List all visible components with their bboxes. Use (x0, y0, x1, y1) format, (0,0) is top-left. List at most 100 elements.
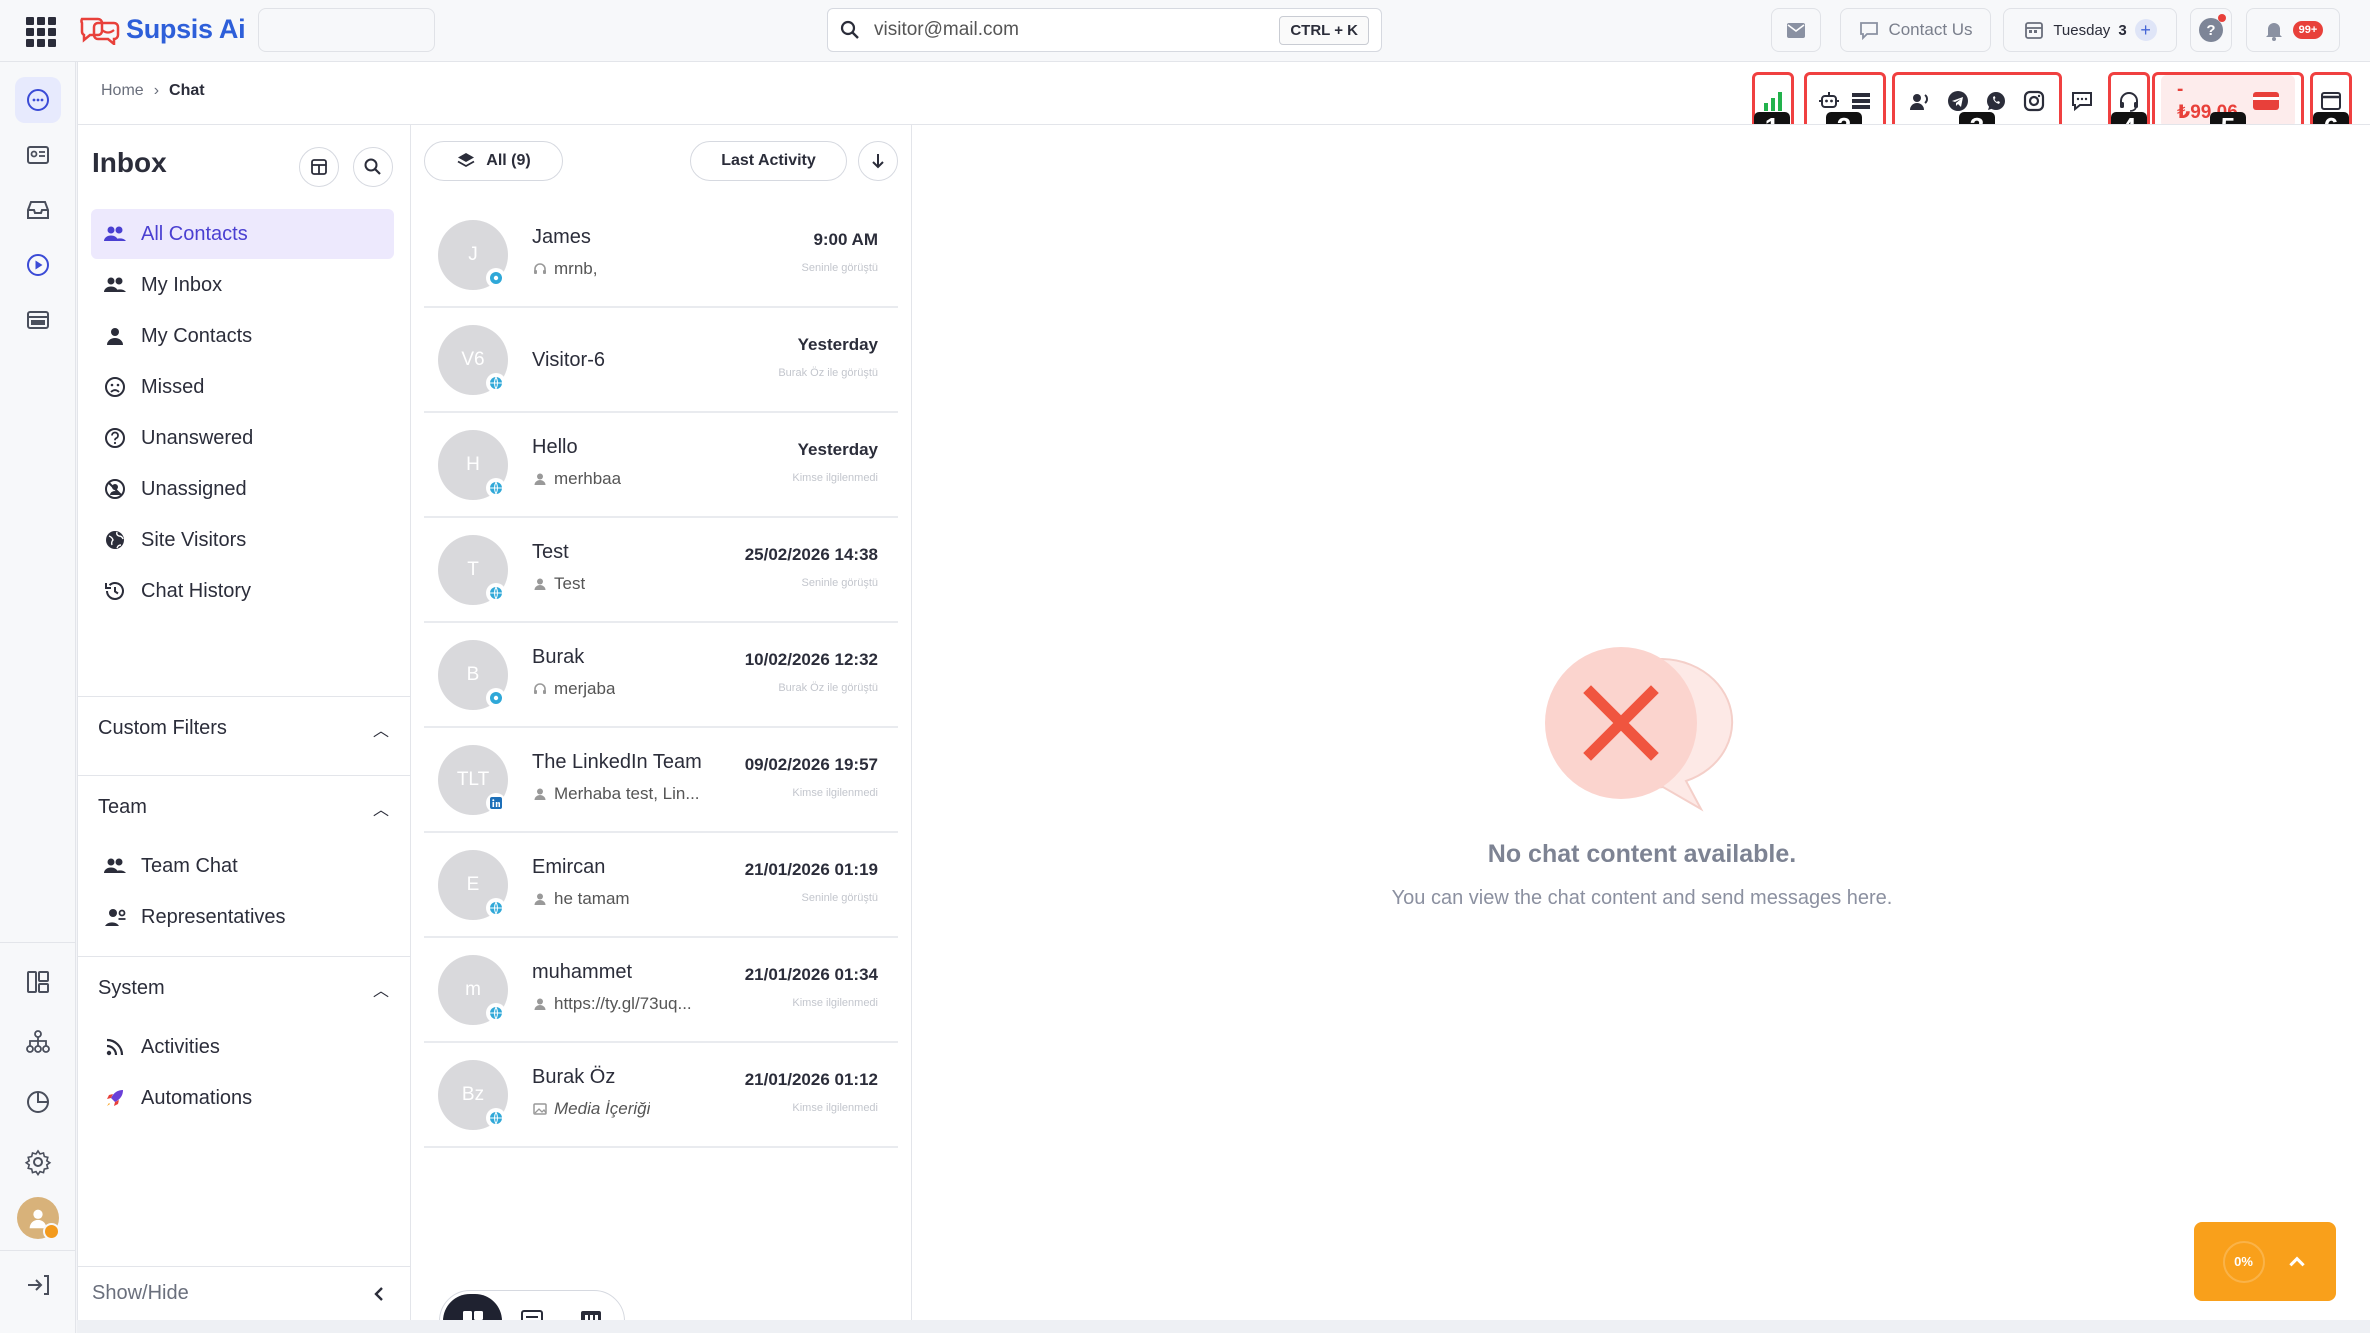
avatar-initials: TLT (456, 769, 490, 790)
chat-row[interactable]: H Hello merhbaa Yesterday Kimse ilgilenmedi (424, 416, 898, 518)
rail-logout[interactable] (15, 1262, 61, 1308)
whatsapp-icon[interactable] (1984, 89, 2008, 113)
image-small-icon (533, 1103, 547, 1115)
telegram-icon[interactable] (1946, 89, 1970, 113)
nav-chat-history[interactable]: Chat History (91, 566, 394, 616)
nav-label: Team Chat (141, 854, 238, 877)
help-button[interactable]: ? (2190, 8, 2232, 52)
nav-unanswered[interactable]: Unanswered (91, 413, 394, 463)
channel-badge (486, 1003, 506, 1023)
nav-site-visitors[interactable]: Site Visitors (91, 515, 394, 565)
avatar-initials: V6 (461, 349, 485, 370)
date-button[interactable]: Tuesday 3 + (2003, 8, 2177, 52)
chat-row[interactable]: E Emircan he tamam 21/01/2026 01:19 Seninle … (424, 836, 898, 938)
channel-badge (486, 793, 506, 813)
nav-automations[interactable]: Automations (91, 1073, 394, 1123)
preview-text: he tamam (554, 889, 630, 908)
chat-row[interactable]: J James mrnb, 9:00 AM Seninle görüştü (424, 206, 898, 308)
filter-all-button[interactable]: All (9) (424, 141, 563, 181)
nav-unassigned[interactable]: Unassigned (91, 464, 394, 514)
chat-time: Yesterday (797, 335, 878, 354)
nav-label: My Contacts (141, 324, 253, 347)
chat-row[interactable]: m muhammet https://ty.gl/73uq... 21/01/2026… (424, 941, 898, 1043)
chat-time: Yesterday (797, 440, 878, 459)
show-hide-label: Show/Hide (92, 1282, 189, 1304)
frown-icon (105, 377, 125, 397)
nav-representatives[interactable]: Representatives (91, 892, 394, 942)
nav-all-contacts[interactable]: All Contacts (91, 209, 394, 259)
bot-icon[interactable] (1817, 89, 1841, 113)
chat-status: Kimse ilgilenmedi (792, 787, 878, 799)
show-hide-toggle[interactable]: Show/Hide (78, 1266, 411, 1320)
nav-activities[interactable]: Activities (91, 1022, 394, 1072)
web-source-icon (490, 1111, 502, 1125)
instagram-icon[interactable] (2022, 89, 2046, 113)
search-input[interactable] (874, 19, 1280, 41)
preview-text: merjaba (554, 679, 616, 698)
nav-label: Unanswered (141, 426, 254, 449)
chat-row[interactable]: B Burak merjaba 10/02/2026 12:32 Burak Öz il… (424, 626, 898, 728)
globe-icon (106, 531, 124, 549)
setup-progress-widget[interactable]: 0% (2194, 1222, 2336, 1301)
layout-toggle-button[interactable] (299, 147, 339, 187)
chat-row[interactable]: V6 Visitor-6 Yesterday Burak Öz ile görüştü (424, 311, 898, 413)
sort-direction-button[interactable] (858, 141, 898, 181)
chat-source-icon (490, 272, 502, 284)
rail-dashboard[interactable] (15, 959, 61, 1005)
rail-chat[interactable] (15, 77, 61, 123)
chat-row[interactable]: Bz Burak Öz Media İçeriği 21/01/2026 01:12 K… (424, 1046, 898, 1148)
date-number: 3 (2118, 21, 2127, 39)
window-popout-icon[interactable] (2319, 89, 2343, 113)
sms-icon[interactable] (2070, 89, 2094, 113)
chat-row[interactable]: T Test Test 25/02/2026 14:38 Seninle görüştü (424, 521, 898, 623)
section-custom-filters[interactable]: Custom Filters ︿ (78, 696, 411, 775)
notifications-button[interactable]: 99+ (2246, 8, 2340, 52)
rail-archive[interactable] (15, 187, 61, 233)
nav-team-chat[interactable]: Team Chat (91, 841, 394, 891)
layout-icon (27, 971, 49, 993)
sort-label: Last Activity (721, 152, 816, 169)
workspace-select[interactable] (258, 8, 435, 52)
channel-badge (486, 373, 506, 393)
avatar-initials: H (466, 454, 480, 475)
sort-last-activity-button[interactable]: Last Activity (690, 141, 847, 181)
brand-name: Supsis Ai (126, 14, 246, 44)
user-avatar[interactable] (17, 1197, 60, 1240)
user-small-icon (534, 473, 546, 485)
nav-my-inbox[interactable]: My Inbox (91, 260, 394, 310)
nav-label: All Contacts (141, 222, 248, 245)
server-list-icon[interactable] (1849, 89, 1873, 113)
brand-logo[interactable]: Supsis Ai (78, 14, 246, 45)
mail-button[interactable] (1771, 8, 1821, 52)
signal-bars-icon[interactable] (1761, 89, 1785, 113)
rail-hierarchy[interactable] (15, 1019, 61, 1065)
nav-missed[interactable]: Missed (91, 362, 394, 412)
headset-icon[interactable] (2117, 89, 2141, 113)
avatar-initials: B (466, 664, 480, 685)
chat-row[interactable]: TLT The LinkedIn Team Merhaba test, Lin...… (424, 731, 898, 833)
chevron-up-icon[interactable]: ︿ (373, 717, 389, 741)
web-source-icon (490, 376, 502, 390)
contact-name: Burak Öz (532, 1066, 616, 1088)
sign-in-icon (28, 1275, 49, 1295)
chat-status: Seninle görüştü (801, 892, 878, 904)
chevron-up-icon[interactable]: ︿ (373, 796, 389, 820)
nav-my-contacts[interactable]: My Contacts (91, 311, 394, 361)
rail-tickets[interactable] (15, 297, 61, 343)
rocket-icon (107, 1090, 123, 1106)
contact-us-button[interactable]: Contact Us (1840, 8, 1991, 52)
chevron-up-icon[interactable]: ︿ (373, 977, 389, 1001)
channel-badge (486, 268, 506, 288)
breadcrumb-home[interactable]: Home (101, 82, 144, 100)
rail-media[interactable] (15, 242, 61, 288)
no-content-icon (1545, 647, 1734, 812)
rail-contacts[interactable] (15, 132, 61, 178)
rail-settings[interactable] (15, 1139, 61, 1185)
inbox-search-button[interactable] (353, 147, 393, 187)
rail-reports[interactable] (15, 1079, 61, 1125)
user-small-icon (534, 998, 546, 1010)
apps-grid-icon[interactable] (26, 17, 56, 47)
contacts-icon[interactable] (1908, 89, 1932, 113)
global-search[interactable]: CTRL + K (827, 8, 1382, 52)
plus-icon[interactable]: + (2134, 19, 2157, 41)
